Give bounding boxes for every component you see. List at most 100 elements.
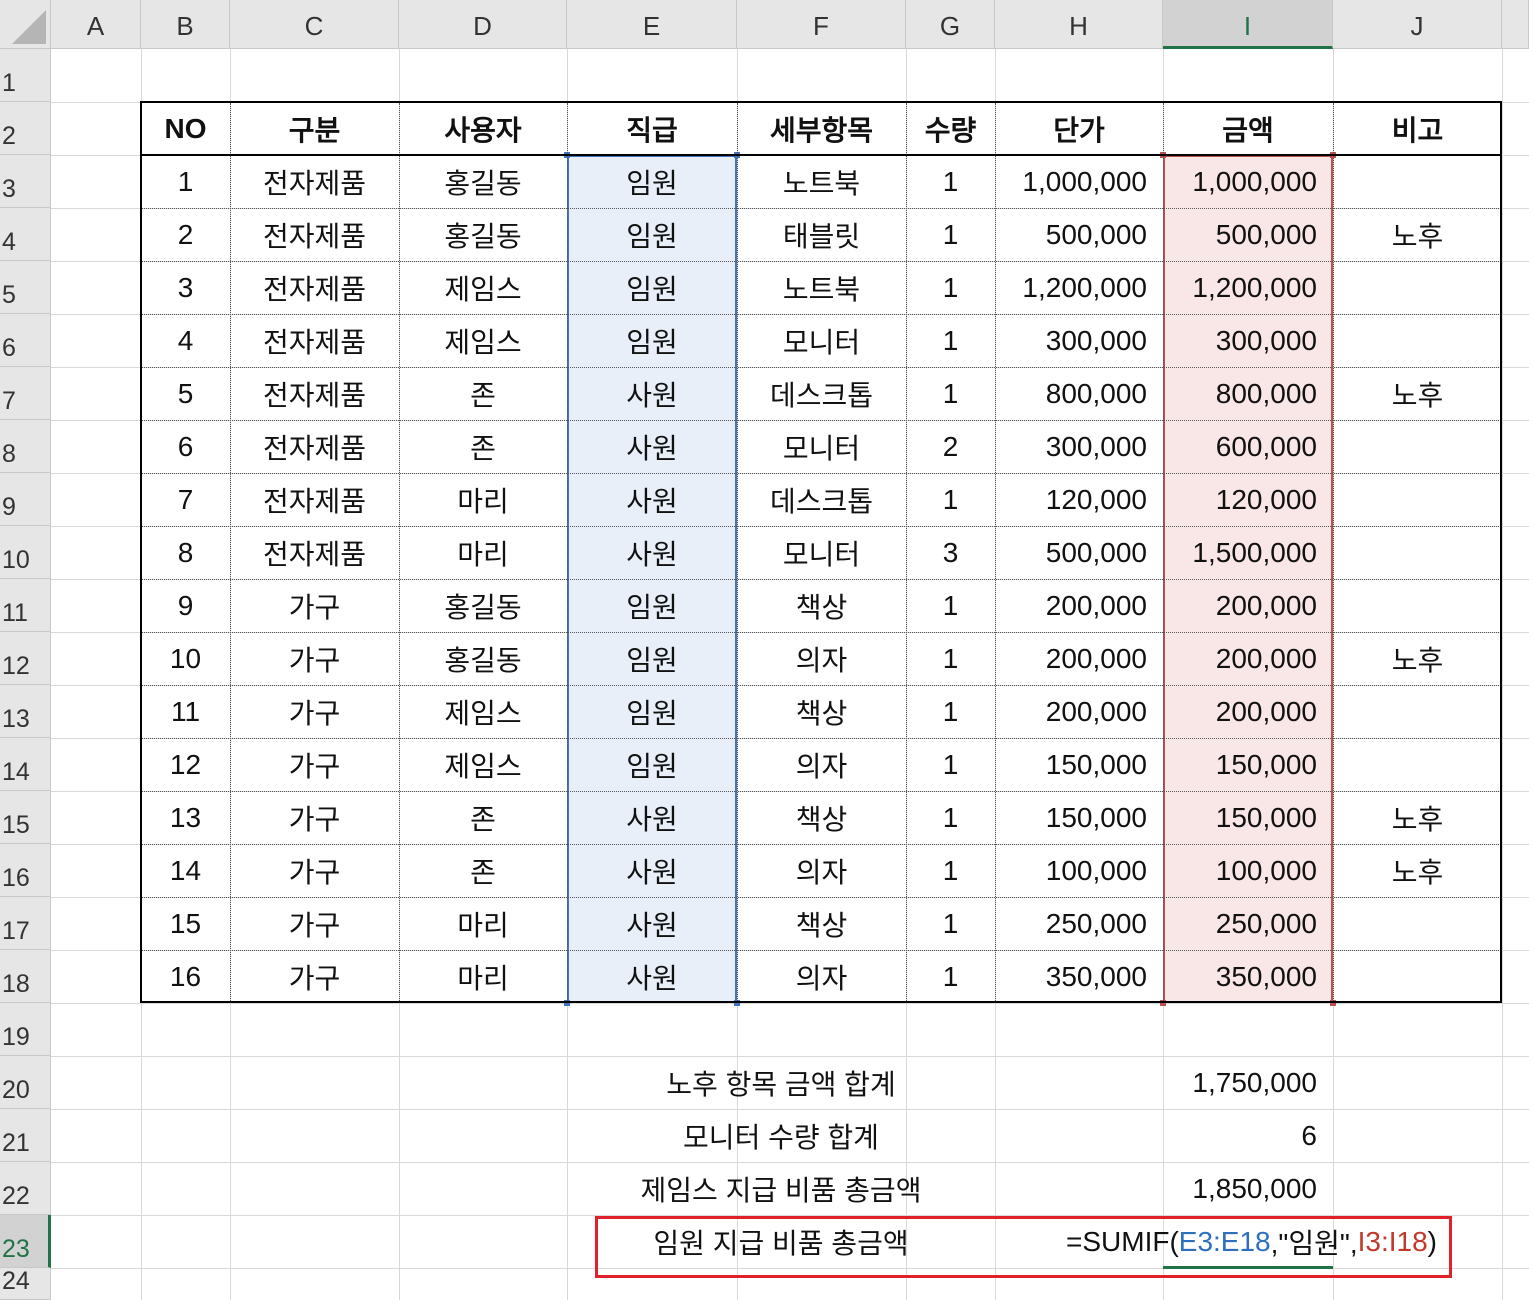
table-cell[interactable]: 노트북 <box>737 155 906 208</box>
table-cell[interactable] <box>1333 685 1502 738</box>
column-header-j[interactable]: J <box>1333 0 1502 49</box>
table-cell[interactable]: 제임스 <box>399 261 567 314</box>
table-cell[interactable]: 태블릿 <box>737 208 906 261</box>
table-cell[interactable] <box>1333 526 1502 579</box>
table-cell[interactable]: 노후 <box>1333 844 1502 897</box>
table-cell[interactable]: 책상 <box>737 685 906 738</box>
table-cell[interactable]: 홍길동 <box>399 579 567 632</box>
table-cell[interactable] <box>1333 738 1502 791</box>
table-cell[interactable]: 1,200,000 <box>1163 261 1333 314</box>
row-header-10[interactable]: 10 <box>0 526 51 579</box>
table-cell[interactable]: 전자제품 <box>230 473 399 526</box>
summary-label[interactable]: 노후 항목 금액 합계 <box>567 1056 995 1109</box>
table-cell[interactable]: 전자제품 <box>230 314 399 367</box>
table-cell[interactable]: 500,000 <box>1163 208 1333 261</box>
table-cell[interactable]: 홍길동 <box>399 155 567 208</box>
table-cell[interactable]: 제임스 <box>399 685 567 738</box>
table-cell[interactable]: 사원 <box>567 844 737 897</box>
table-cell[interactable]: 1,200,000 <box>995 261 1163 314</box>
table-cell[interactable]: 200,000 <box>995 685 1163 738</box>
row-header-24[interactable]: 24 <box>0 1267 51 1300</box>
column-header-d[interactable]: D <box>399 0 567 49</box>
table-cell[interactable] <box>1333 950 1502 1003</box>
row-header-15[interactable]: 15 <box>0 791 51 844</box>
table-cell[interactable]: 12 <box>141 738 230 791</box>
table-cell[interactable]: 300,000 <box>1163 314 1333 367</box>
table-cell[interactable]: 존 <box>399 367 567 420</box>
column-header-g[interactable]: G <box>906 0 995 49</box>
table-cell[interactable]: 책상 <box>737 579 906 632</box>
column-header-overflow[interactable] <box>1502 0 1529 49</box>
row-header-20[interactable]: 20 <box>0 1056 51 1109</box>
table-cell[interactable]: 가구 <box>230 791 399 844</box>
row-header-5[interactable]: 5 <box>0 261 51 314</box>
table-cell[interactable]: 1,000,000 <box>1163 155 1333 208</box>
table-cell[interactable] <box>1333 155 1502 208</box>
row-header-19[interactable]: 19 <box>0 1003 51 1056</box>
table-cell[interactable]: 사원 <box>567 420 737 473</box>
table-header-cell[interactable]: 직급 <box>567 102 737 155</box>
table-header-cell[interactable]: 수량 <box>906 102 995 155</box>
table-cell[interactable]: 노후 <box>1333 208 1502 261</box>
table-cell[interactable]: 가구 <box>230 844 399 897</box>
table-cell[interactable]: 임원 <box>567 155 737 208</box>
table-cell[interactable]: 150,000 <box>995 738 1163 791</box>
table-cell[interactable]: 사원 <box>567 897 737 950</box>
table-cell[interactable]: 1,000,000 <box>995 155 1163 208</box>
table-cell[interactable]: 1 <box>906 473 995 526</box>
table-cell[interactable]: 1 <box>141 155 230 208</box>
table-cell[interactable]: 홍길동 <box>399 632 567 685</box>
table-cell[interactable]: 1 <box>906 632 995 685</box>
summary-label[interactable]: 모니터 수량 합계 <box>567 1109 995 1162</box>
table-cell[interactable]: 10 <box>141 632 230 685</box>
table-cell[interactable]: 임원 <box>567 261 737 314</box>
table-cell[interactable]: 120,000 <box>1163 473 1333 526</box>
table-cell[interactable]: 마리 <box>399 473 567 526</box>
table-cell[interactable]: 모니터 <box>737 314 906 367</box>
table-cell[interactable]: 16 <box>141 950 230 1003</box>
table-cell[interactable]: 존 <box>399 791 567 844</box>
column-header-a[interactable]: A <box>51 0 141 49</box>
table-cell[interactable]: 가구 <box>230 632 399 685</box>
table-header-cell[interactable]: 사용자 <box>399 102 567 155</box>
table-cell[interactable]: 1,500,000 <box>1163 526 1333 579</box>
table-cell[interactable]: 임원 <box>567 738 737 791</box>
table-header-cell[interactable]: NO <box>141 102 230 155</box>
summary-value[interactable]: 1,850,000 <box>1163 1162 1333 1215</box>
row-header-21[interactable]: 21 <box>0 1109 51 1162</box>
column-header-e[interactable]: E <box>567 0 737 49</box>
table-cell[interactable]: 200,000 <box>1163 685 1333 738</box>
table-cell[interactable] <box>1333 473 1502 526</box>
table-cell[interactable]: 15 <box>141 897 230 950</box>
table-cell[interactable]: 1 <box>906 844 995 897</box>
table-cell[interactable]: 2 <box>906 420 995 473</box>
table-cell[interactable]: 전자제품 <box>230 261 399 314</box>
table-cell[interactable]: 1 <box>906 314 995 367</box>
table-cell[interactable]: 사원 <box>567 473 737 526</box>
table-cell[interactable]: 1 <box>906 367 995 420</box>
table-cell[interactable]: 500,000 <box>995 208 1163 261</box>
table-cell[interactable]: 150,000 <box>995 791 1163 844</box>
table-cell[interactable]: 1 <box>906 791 995 844</box>
table-cell[interactable]: 3 <box>906 526 995 579</box>
summary-label[interactable]: 제임스 지급 비품 총금액 <box>567 1162 995 1215</box>
table-cell[interactable]: 2 <box>141 208 230 261</box>
row-header-1[interactable]: 1 <box>0 49 51 102</box>
table-header-cell[interactable]: 구분 <box>230 102 399 155</box>
table-cell[interactable]: 노후 <box>1333 791 1502 844</box>
table-cell[interactable]: 전자제품 <box>230 526 399 579</box>
summary-value[interactable]: 6 <box>1163 1109 1333 1162</box>
table-header-cell[interactable]: 금액 <box>1163 102 1333 155</box>
row-header-8[interactable]: 8 <box>0 420 51 473</box>
table-cell[interactable]: 1 <box>906 950 995 1003</box>
table-cell[interactable]: 존 <box>399 844 567 897</box>
table-cell[interactable]: 1 <box>906 685 995 738</box>
table-cell[interactable]: 300,000 <box>995 420 1163 473</box>
column-header-c[interactable]: C <box>230 0 399 49</box>
table-cell[interactable]: 마리 <box>399 897 567 950</box>
row-header-18[interactable]: 18 <box>0 950 51 1003</box>
table-cell[interactable]: 책상 <box>737 897 906 950</box>
table-cell[interactable]: 100,000 <box>1163 844 1333 897</box>
table-cell[interactable]: 의자 <box>737 950 906 1003</box>
table-cell[interactable]: 모니터 <box>737 420 906 473</box>
